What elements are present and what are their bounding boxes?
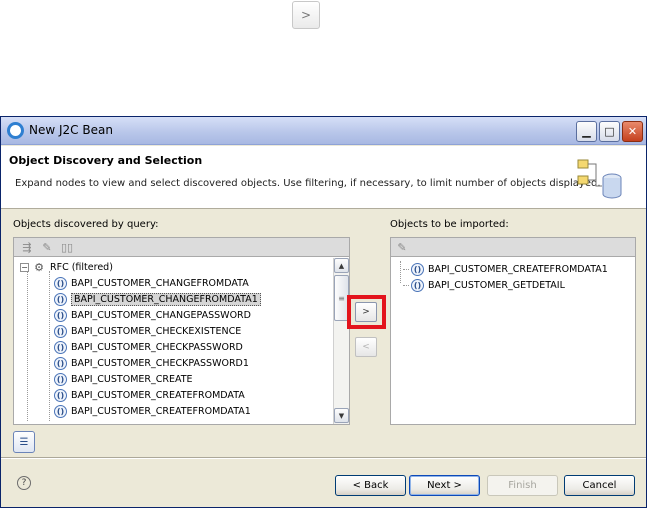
tree-item[interactable]: () BAPI_CUSTOMER_CHANGEPASSWORD xyxy=(54,307,251,323)
rfc-node-icon: ⚙ xyxy=(34,260,44,274)
function-object-icon: () xyxy=(54,308,67,322)
tree-item[interactable]: () BAPI_CUSTOMER_CHECKPASSWORD xyxy=(54,339,243,355)
function-object-icon: () xyxy=(54,388,67,402)
tree-item[interactable]: () BAPI_CUSTOMER_CREATEFROMDATA1 xyxy=(54,403,251,419)
cancel-button[interactable]: Cancel xyxy=(564,475,635,496)
function-object-icon: () xyxy=(54,404,67,418)
tree-item[interactable]: () BAPI_CUSTOMER_CHECKPASSWORD1 xyxy=(54,355,249,371)
tree-item-label: BAPI_CUSTOMER_CREATEFROMDATA1 xyxy=(71,405,251,417)
tree-item-label-selected: BAPI_CUSTOMER_CHANGEFROMDATA1 xyxy=(71,292,261,306)
banner-title: Object Discovery and Selection xyxy=(9,154,203,167)
minimize-button[interactable]: ▁ xyxy=(576,121,597,142)
objects-to-import-list[interactable]: () BAPI_CUSTOMER_CREATEFROMDATA1 () BAPI… xyxy=(390,257,636,425)
discovered-toolbar: ⇶ ✎ ▯▯ xyxy=(13,237,350,257)
import-item-label: BAPI_CUSTOMER_CREATEFROMDATA1 xyxy=(428,263,608,275)
tree-item[interactable]: () BAPI_CUSTOMER_CREATEFROMDATA xyxy=(54,387,245,403)
import-item-label: BAPI_CUSTOMER_GETDETAIL xyxy=(428,279,565,291)
tree-root-label: RFC (filtered) xyxy=(50,261,113,273)
tree-item-label: BAPI_CUSTOMER_CHECKPASSWORD xyxy=(71,341,243,353)
footer-separator xyxy=(1,457,646,459)
book-icon[interactable]: ▯▯ xyxy=(60,240,74,254)
tree-scrollbar[interactable]: ▲ ≡ ▼ xyxy=(333,258,349,424)
back-button[interactable]: < Back xyxy=(335,475,406,496)
banner-description: Expand nodes to view and select discover… xyxy=(15,178,601,189)
list-details-icon: ☰ xyxy=(19,436,29,448)
close-button[interactable]: ✕ xyxy=(622,121,643,142)
finish-button[interactable]: Finish xyxy=(487,475,558,496)
function-object-icon: () xyxy=(54,324,67,338)
function-object-icon: () xyxy=(411,278,424,292)
function-object-icon: () xyxy=(54,276,67,290)
tree-item[interactable]: () BAPI_CUSTOMER_CHANGEFROMDATA xyxy=(54,275,249,291)
details-toggle-button[interactable]: ☰ xyxy=(13,431,35,453)
tree-item[interactable]: () BAPI_CUSTOMER_CHECKEXISTENCE xyxy=(54,323,241,339)
close-icon: ✕ xyxy=(627,125,638,138)
floating-next-button[interactable]: > xyxy=(292,1,320,29)
wizard-banner: Object Discovery and Selection Expand no… xyxy=(1,146,646,209)
function-object-icon: () xyxy=(411,262,424,276)
import-item[interactable]: () BAPI_CUSTOMER_CREATEFROMDATA1 xyxy=(403,261,608,277)
help-icon[interactable]: ? xyxy=(17,476,31,490)
tree-item-label: BAPI_CUSTOMER_CREATE xyxy=(71,373,193,385)
import-toolbar: ✎ xyxy=(390,237,636,257)
arrow-right-icon: > xyxy=(362,307,370,317)
objects-discovered-label: Objects discovered by query: xyxy=(13,219,159,230)
maximize-icon: □ xyxy=(604,125,615,138)
minimize-icon: ▁ xyxy=(582,125,591,138)
function-object-icon: () xyxy=(54,356,67,370)
tree-item[interactable]: () BAPI_CUSTOMER_CREATE xyxy=(54,371,193,387)
new-j2c-bean-dialog: New J2C Bean ▁ □ ✕ Object Discovery and … xyxy=(0,116,647,508)
edit-filter-icon[interactable]: ✎ xyxy=(40,240,54,254)
app-icon xyxy=(7,122,24,139)
function-object-icon: () xyxy=(54,292,67,306)
function-object-icon: () xyxy=(54,372,67,386)
tree-item-label: BAPI_CUSTOMER_CHECKPASSWORD1 xyxy=(71,357,249,369)
arrow-right-icon: > xyxy=(300,8,312,22)
tree-item[interactable]: () BAPI_CUSTOMER_CHANGEFROMDATA1 xyxy=(54,291,261,307)
remove-from-import-button[interactable]: < xyxy=(355,337,377,357)
query-icon[interactable]: ⇶ xyxy=(20,240,34,254)
next-button[interactable]: Next > xyxy=(409,475,480,496)
tree-root-rfc[interactable]: − ⚙ RFC (filtered) xyxy=(20,259,113,275)
tree-item-label: BAPI_CUSTOMER_CHANGEFROMDATA xyxy=(71,277,249,289)
scroll-up-icon[interactable]: ▲ xyxy=(334,258,349,273)
tree-item-label: BAPI_CUSTOMER_CHANGEPASSWORD xyxy=(71,309,251,321)
tree-item-label: BAPI_CUSTOMER_CREATEFROMDATA xyxy=(71,389,245,401)
function-object-icon: () xyxy=(54,340,67,354)
arrow-left-icon: < xyxy=(362,342,370,352)
discovery-graphic-icon xyxy=(577,159,622,199)
edit-icon[interactable]: ✎ xyxy=(395,240,409,254)
collapse-icon[interactable]: − xyxy=(20,262,29,272)
import-item[interactable]: () BAPI_CUSTOMER_GETDETAIL xyxy=(403,277,565,293)
tree-item-label: BAPI_CUSTOMER_CHECKEXISTENCE xyxy=(71,325,242,337)
window-title: New J2C Bean xyxy=(29,123,113,137)
add-to-import-button[interactable]: > xyxy=(355,302,377,322)
title-bar: New J2C Bean ▁ □ ✕ xyxy=(1,117,646,145)
maximize-button[interactable]: □ xyxy=(599,121,620,142)
discovered-objects-tree[interactable]: − ⚙ RFC (filtered) () BAPI_CUSTOMER_CHAN… xyxy=(13,257,350,425)
scroll-down-icon[interactable]: ▼ xyxy=(334,408,349,423)
objects-to-import-label: Objects to be imported: xyxy=(390,219,509,230)
